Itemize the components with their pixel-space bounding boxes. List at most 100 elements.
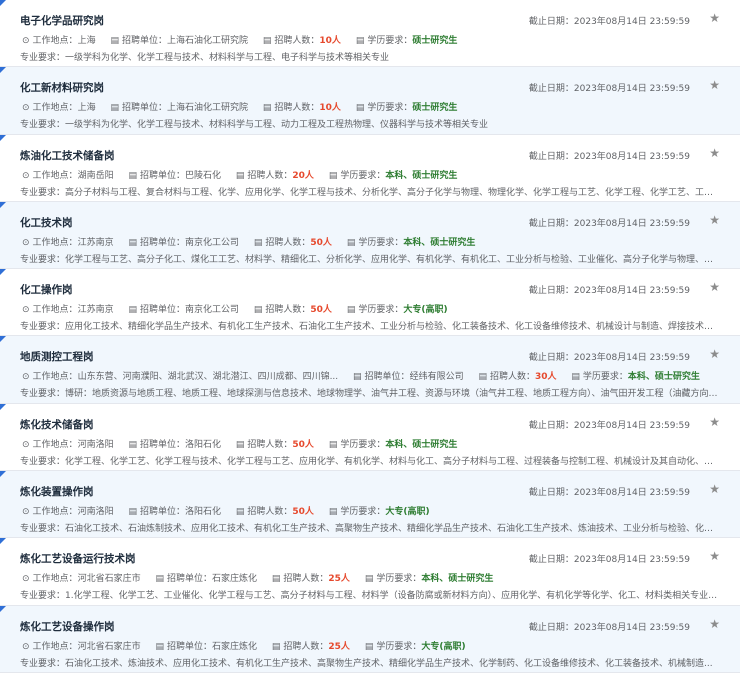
count-label: 招聘人数： <box>283 574 329 585</box>
job-title[interactable]: 化工新材料研究岗 <box>20 80 104 95</box>
star-icon[interactable]: ★ <box>709 617 720 631</box>
deadline-label: 截止日期： <box>528 218 574 229</box>
count: ▤ 招聘人数：50人 <box>254 235 332 248</box>
job-card[interactable]: 地质测控工程岗 截止日期：2023年08月14日 23:59:59 ★ ⊙ 工作地… <box>0 336 740 404</box>
deadline: 截止日期：2023年08月14日 23:59:59 <box>529 350 690 363</box>
location: ⊙ 工作地点：河南洛阳 <box>22 437 114 450</box>
count-value: 25人 <box>328 574 350 585</box>
major-value: 1.化学工程、化学工艺、工业催化、化学工程与工艺、高分子材料与工程、材料学（设备… <box>65 591 722 602</box>
location: ⊙ 工作地点：河北省石家庄市 <box>22 571 141 584</box>
count-value: 10人 <box>319 36 341 46</box>
star-icon[interactable]: ★ <box>709 347 720 361</box>
education-value: 大专(高职) <box>403 305 448 316</box>
job-card[interactable]: 炼化装置操作岗 截止日期：2023年08月14日 23:59:59 ★ ⊙ 工作地… <box>0 471 740 539</box>
job-title[interactable]: 化工技术岗 <box>20 215 73 230</box>
education: ▤ 学历要求：大专(高职) <box>347 302 448 315</box>
job-title[interactable]: 电子化学品研究岗 <box>20 13 104 28</box>
deadline-value: 2023年08月14日 23:59:59 <box>573 353 690 364</box>
unit: ▤ 招聘单位：洛阳石化 <box>128 437 221 450</box>
document-icon: ▤ <box>128 305 137 316</box>
job-card[interactable]: 炼化工艺设备运行技术岗 截止日期：2023年08月14日 23:59:59 ★ … <box>0 538 740 606</box>
major-label: 专业要求： <box>20 658 66 669</box>
job-title[interactable]: 炼化技术储备岗 <box>20 417 94 432</box>
job-card[interactable]: 化工新材料研究岗 截止日期：2023年08月14日 23:59:59 ★ ⊙ 工作… <box>0 67 740 135</box>
unit: ▤ 招聘单位：石家庄炼化 <box>155 639 257 652</box>
location-pin-icon: ⊙ <box>22 36 30 46</box>
star-icon[interactable]: ★ <box>709 146 720 160</box>
job-meta: ⊙ 工作地点：河南洛阳 ▤ 招聘单位：洛阳石化 ▤ 招聘人数：50人 ▤ 学历要求：大专… <box>22 504 724 520</box>
document-icon: ▤ <box>346 237 356 248</box>
document-icon: ▤ <box>364 641 374 652</box>
location-value: 河南洛阳 <box>77 439 114 450</box>
job-title[interactable]: 化工操作岗 <box>20 282 73 297</box>
job-card[interactable]: 化工操作岗 截止日期：2023年08月14日 23:59:59 ★ ⊙ 工作地点：… <box>0 269 740 337</box>
unit-value: 洛阳石化 <box>184 507 221 518</box>
major-value: 一级学科为化学、化学工程与技术、材料科学与工程、电子科学与技术等相关专业 <box>65 53 390 63</box>
deadline-label: 截止日期： <box>528 353 574 364</box>
location-label: 工作地点： <box>32 103 78 114</box>
job-title[interactable]: 炼化工艺设备操作岗 <box>20 619 115 634</box>
unit-label: 招聘单位： <box>139 237 185 248</box>
job-card[interactable]: 炼油化工技术储备岗 截止日期：2023年08月14日 23:59:59 ★ ⊙ 工… <box>0 134 740 202</box>
job-title[interactable]: 炼化工艺设备运行技术岗 <box>20 551 136 566</box>
job-card[interactable]: 炼化工艺设备操作岗 截止日期：2023年08月14日 23:59:59 ★ ⊙ 工… <box>0 605 740 673</box>
job-title[interactable]: 地质测控工程岗 <box>20 349 94 364</box>
unit-label: 招聘单位： <box>121 103 167 114</box>
education: ▤ 学历要求：本科、硕士研究生 <box>365 571 494 584</box>
education-label: 学历要求： <box>358 305 404 316</box>
education: ▤ 学历要求：本科、硕士研究生 <box>329 437 458 450</box>
education-value: 本科、硕士研究生 <box>627 372 700 383</box>
location: ⊙ 工作地点：湖南岳阳 <box>22 168 114 181</box>
job-title[interactable]: 炼油化工技术储备岗 <box>20 148 115 163</box>
major-label: 专业要求： <box>20 53 66 63</box>
job-header: 化工操作岗 截止日期：2023年08月14日 23:59:59 ★ <box>20 280 724 300</box>
count-label: 招聘人数： <box>247 170 293 181</box>
major-value: 高分子材料与工程、复合材料与工程、化学、应用化学、化学工程与技术、分析化学、高分… <box>65 187 722 198</box>
count-label: 招聘人数： <box>265 237 311 248</box>
job-meta: ⊙ 工作地点：江苏南京 ▤ 招聘单位：南京化工公司 ▤ 招聘人数：50人 ▤ 学历要求：… <box>22 302 724 318</box>
deadline: 截止日期：2023年08月14日 23:59:59 <box>529 81 690 94</box>
major-requirement: 专业要求：应用化工技术、精细化学品生产技术、有机化工生产技术、石油化工生产技术、… <box>20 319 722 333</box>
deadline-value: 2023年08月14日 23:59:59 <box>573 420 690 431</box>
education-value: 本科、硕士研究生 <box>385 170 458 181</box>
deadline-value: 2023年08月14日 23:59:59 <box>573 84 690 95</box>
major-label: 专业要求： <box>20 120 66 131</box>
job-card[interactable]: 电子化学品研究岗 截止日期：2023年08月14日 23:59:59 ★ ⊙ 工作… <box>0 0 740 68</box>
star-icon[interactable]: ★ <box>709 11 720 25</box>
unit-label: 招聘单位： <box>166 574 212 585</box>
major-requirement: 专业要求：化学工程与工艺、高分子化工、煤化工工艺、材料学、精细化工、分析化学、应… <box>20 252 722 266</box>
location-pin-icon: ⊙ <box>22 170 30 181</box>
major-label: 专业要求： <box>20 456 66 467</box>
job-card[interactable]: 化工技术岗 截止日期：2023年08月14日 23:59:59 ★ ⊙ 工作地点：… <box>0 201 740 270</box>
deadline: 截止日期：2023年08月14日 23:59:59 <box>529 14 690 27</box>
star-icon[interactable]: ★ <box>709 549 720 563</box>
education: ▤ 学历要求：硕士研究生 <box>356 33 458 46</box>
major-requirement: 专业要求：化学工程、化学工艺、化学工程与技术、化学工程与工艺、应用化学、有机化学… <box>20 454 722 468</box>
job-list: 电子化学品研究岗 截止日期：2023年08月14日 23:59:59 ★ ⊙ 工作… <box>0 0 740 673</box>
star-icon[interactable]: ★ <box>709 78 720 92</box>
star-icon[interactable]: ★ <box>709 415 720 429</box>
document-icon: ▤ <box>328 170 338 181</box>
deadline-label: 截止日期： <box>528 622 574 633</box>
job-title[interactable]: 炼化装置操作岗 <box>20 484 94 499</box>
deadline-label: 截止日期： <box>528 555 574 566</box>
major-value: 化学工程与工艺、高分子化工、煤化工工艺、材料学、精细化工、分析化学、应用化学、有… <box>65 254 722 265</box>
star-icon[interactable]: ★ <box>709 213 720 227</box>
deadline: 截止日期：2023年08月14日 23:59:59 <box>529 418 690 431</box>
unit: ▤ 招聘单位：洛阳石化 <box>128 504 221 517</box>
education: ▤ 学历要求：大专(高职) <box>329 504 430 517</box>
job-card[interactable]: 炼化技术储备岗 截止日期：2023年08月14日 23:59:59 ★ ⊙ 工作地… <box>0 403 740 472</box>
star-icon[interactable]: ★ <box>709 280 720 294</box>
major-requirement: 专业要求：一级学科为化学、化学工程与技术、材料科学与工程、动力工程及工程热物理、… <box>20 117 722 131</box>
deadline-value: 2023年08月14日 23:59:59 <box>573 286 690 297</box>
education-value: 本科、硕士研究生 <box>421 574 494 585</box>
document-icon: ▤ <box>353 372 362 383</box>
document-icon: ▤ <box>128 237 137 248</box>
document-icon: ▤ <box>110 103 119 114</box>
star-icon[interactable]: ★ <box>709 482 720 496</box>
location: ⊙ 工作地点：江苏南京 <box>22 235 114 248</box>
education-value: 大专(高职) <box>385 507 430 518</box>
document-icon: ▤ <box>155 641 164 652</box>
location: ⊙ 工作地点：山东东营、河南濮阳、湖北武汉、湖北潜江、四川成都、四川锦... <box>22 369 338 382</box>
count: ▤ 招聘人数：50人 <box>236 504 314 517</box>
